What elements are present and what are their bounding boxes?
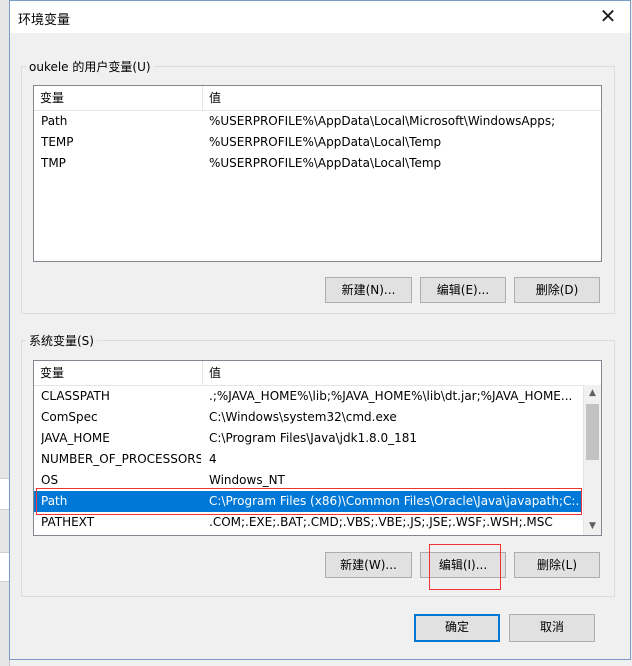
title-bar: 环境变量 ✕: [10, 1, 630, 33]
list-header: 变量 值: [34, 86, 601, 111]
scroll-down-arrow-icon[interactable]: ▼: [584, 518, 601, 535]
close-icon[interactable]: ✕: [594, 5, 622, 29]
variable-name-cell: CLASSPATH: [41, 389, 110, 403]
user-new-button[interactable]: 新建(N)...: [325, 277, 412, 303]
variable-name-cell: Path: [41, 114, 68, 128]
user-edit-button[interactable]: 编辑(E)...: [420, 277, 506, 303]
variable-value-cell: %USERPROFILE%\AppData\Local\Temp: [209, 156, 442, 170]
system-new-button[interactable]: 新建(W)...: [325, 552, 412, 578]
table-row[interactable]: Path C:\Program Files (x86)\Common Files\…: [34, 491, 582, 512]
environment-variables-dialog: 环境变量 ✕ oukele 的用户变量(U) 变量 值 Path %USERPRO…: [9, 0, 631, 660]
variable-name-cell: OS: [41, 473, 59, 487]
cancel-button[interactable]: 取消: [509, 614, 595, 642]
variable-value-cell: C:\Program Files\Java\jdk1.8.0_181: [209, 431, 418, 445]
variable-name-cell: NUMBER_OF_PROCESSORS: [41, 452, 201, 466]
system-variables-list[interactable]: 变量 值 CLASSPATH .;%JAVA_HOME%\lib;%JAVA_HO…: [33, 360, 602, 536]
variable-name-cell: Path: [41, 494, 68, 508]
system-edit-button[interactable]: 编辑(I)...: [420, 552, 506, 578]
column-header-value[interactable]: 值: [203, 361, 221, 385]
table-row[interactable]: NUMBER_OF_PROCESSORS 4: [34, 449, 582, 470]
variable-name-cell: TMP: [41, 156, 66, 170]
table-row[interactable]: ComSpec C:\Windows\system32\cmd.exe: [34, 407, 582, 428]
variable-value-cell: %USERPROFILE%\AppData\Local\Microsoft\Wi…: [209, 114, 556, 128]
scrollbar-thumb[interactable]: [586, 404, 599, 460]
window-title: 环境变量: [18, 13, 71, 28]
user-variables-label: oukele 的用户变量(U): [29, 60, 151, 74]
table-row[interactable]: CLASSPATH .;%JAVA_HOME%\lib;%JAVA_HOME%\l…: [34, 386, 582, 407]
table-row[interactable]: TMP %USERPROFILE%\AppData\Local\Temp: [34, 153, 582, 174]
vertical-scrollbar[interactable]: ▲ ▼: [583, 385, 601, 535]
variable-name-cell: ComSpec: [41, 410, 98, 424]
background-window-fragment: [0, 552, 9, 582]
column-header-value[interactable]: 值: [203, 86, 221, 110]
variable-value-cell: Windows_NT: [209, 473, 285, 487]
variable-value-cell: C:\Windows\system32\cmd.exe: [209, 410, 397, 424]
table-row[interactable]: TEMP %USERPROFILE%\AppData\Local\Temp: [34, 132, 582, 153]
system-variables-label: 系统变量(S): [29, 334, 94, 348]
variable-value-cell: C:\Program Files (x86)\Common Files\Orac…: [209, 494, 579, 508]
variable-value-cell: %USERPROFILE%\AppData\Local\Temp: [209, 135, 442, 149]
ok-button[interactable]: 确定: [414, 614, 500, 642]
variable-name-cell: TEMP: [41, 135, 74, 149]
system-delete-button[interactable]: 删除(L): [514, 552, 600, 578]
table-row[interactable]: OS Windows_NT: [34, 470, 582, 491]
table-row[interactable]: Path %USERPROFILE%\AppData\Local\Microsof…: [34, 111, 582, 132]
user-variables-list[interactable]: 变量 值 Path %USERPROFILE%\AppData\Local\Mic…: [33, 85, 602, 262]
background-window-fragment: [0, 478, 9, 510]
user-delete-button[interactable]: 删除(D): [514, 277, 600, 303]
scroll-up-arrow-icon[interactable]: ▲: [584, 385, 601, 402]
table-row[interactable]: PATHEXT .COM;.EXE;.BAT;.CMD;.VBS;.VBE;.JS…: [34, 512, 582, 533]
variable-name-cell: PATHEXT: [41, 515, 95, 529]
variable-value-cell: 4: [209, 452, 217, 466]
variable-name-cell: JAVA_HOME: [41, 431, 110, 445]
variable-value-cell: .;%JAVA_HOME%\lib;%JAVA_HOME%\lib\dt.jar…: [209, 389, 573, 403]
table-row[interactable]: JAVA_HOME C:\Program Files\Java\jdk1.8.0_…: [34, 428, 582, 449]
variable-value-cell: .COM;.EXE;.BAT;.CMD;.VBS;.VBE;.JS;.JSE;.…: [209, 515, 553, 529]
list-header: 变量 值: [34, 361, 601, 386]
column-header-name[interactable]: 变量: [34, 361, 203, 385]
column-header-name[interactable]: 变量: [34, 86, 203, 110]
